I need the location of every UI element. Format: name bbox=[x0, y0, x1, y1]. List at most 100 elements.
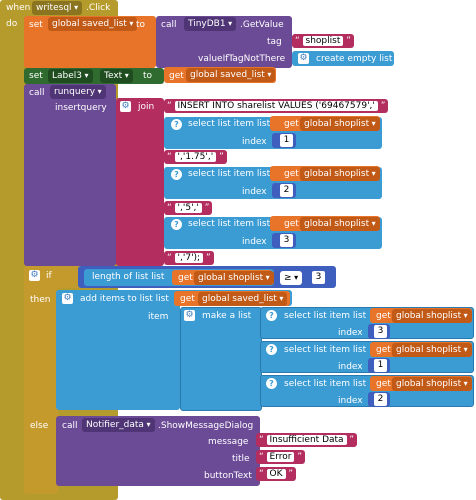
event-name: .Click bbox=[86, 3, 111, 13]
tag-string-block[interactable]: “ shoplist ” bbox=[292, 34, 354, 48]
ml-get3-label: get bbox=[376, 379, 391, 389]
ml-get1-label: get bbox=[376, 311, 391, 321]
if-label: if bbox=[46, 271, 52, 281]
make-list-gear-icon[interactable]: ⚙ bbox=[184, 310, 195, 321]
do-label: do bbox=[6, 19, 18, 29]
join-block[interactable] bbox=[116, 98, 164, 266]
select3-variable-dropdown[interactable]: global shoplist bbox=[300, 217, 380, 231]
help-icon[interactable]: ? bbox=[171, 219, 182, 230]
set1-to-label: to bbox=[136, 20, 146, 30]
message-string-block[interactable]: “ Insufficient Data ” bbox=[256, 433, 358, 447]
join-label: join bbox=[138, 102, 155, 112]
index-value-3[interactable]: 3 bbox=[280, 234, 293, 247]
ml-index-value-3[interactable]: 2 bbox=[374, 393, 387, 406]
ml-select1-label: select list item list bbox=[284, 311, 367, 321]
set2-to-label: to bbox=[143, 71, 153, 81]
select3-index-label: index bbox=[242, 237, 267, 247]
help-icon[interactable]: ? bbox=[171, 119, 182, 130]
add-items-label: add items to list list bbox=[80, 294, 169, 304]
tinydb-method: .GetValue bbox=[240, 20, 284, 30]
ml-get2-label: get bbox=[376, 345, 391, 355]
item-label: item bbox=[148, 312, 169, 322]
join-string-1[interactable]: “ INSERT INTO sharelist VALUES ('6946757… bbox=[164, 99, 389, 113]
title-label: title bbox=[232, 454, 250, 464]
ml-variable2-dropdown[interactable]: global shoplist bbox=[392, 343, 472, 357]
select1-get-label: get bbox=[284, 119, 299, 129]
set1-variable-dropdown[interactable]: global saved_list bbox=[48, 17, 138, 31]
select2-variable-dropdown[interactable]: global shoplist bbox=[300, 167, 380, 181]
set2-component-dropdown[interactable]: Label3 bbox=[48, 69, 93, 83]
set2-variable-dropdown[interactable]: global saved_list bbox=[186, 68, 276, 82]
ml-index-value-1[interactable]: 3 bbox=[374, 325, 387, 338]
set1-set-label: set bbox=[29, 20, 43, 30]
message-label: message bbox=[208, 437, 249, 447]
blocks-workspace: when writesql .Click do set global saved… bbox=[0, 0, 476, 500]
ml-index2-label: index bbox=[338, 362, 363, 372]
tinydb-call-label: call bbox=[161, 20, 177, 30]
tinydb-tag-label: tag bbox=[267, 37, 282, 47]
create-empty-list-label: create empty list bbox=[316, 54, 393, 64]
select2-label: select list item list bbox=[188, 169, 271, 179]
insertquery-label: insertquery bbox=[55, 103, 107, 113]
message-string-value[interactable]: Insufficient Data bbox=[266, 435, 347, 445]
set2-set-label: set bbox=[29, 71, 43, 81]
select1-label: select list item list bbox=[188, 119, 271, 129]
tinydb-component-dropdown[interactable]: TinyDB1 bbox=[184, 17, 237, 31]
gear-icon[interactable]: ⚙ bbox=[298, 53, 309, 64]
select2-get-label: get bbox=[284, 169, 299, 179]
compare-value[interactable]: 3 bbox=[312, 271, 325, 284]
help-icon[interactable]: ? bbox=[266, 378, 277, 389]
ml-select3-label: select list item list bbox=[284, 379, 367, 389]
event-component-dropdown[interactable]: writesql bbox=[32, 1, 83, 15]
notifier-call-label: call bbox=[62, 421, 78, 431]
ml-select2-label: select list item list bbox=[284, 345, 367, 355]
help-icon[interactable]: ? bbox=[171, 169, 182, 180]
set2-property-dropdown[interactable]: Text bbox=[100, 69, 133, 83]
button-text-string-block[interactable]: “ OK ” bbox=[256, 467, 297, 481]
length-variable-dropdown[interactable]: global shoplist bbox=[194, 271, 274, 285]
join-string-1-value[interactable]: INSERT INTO sharelist VALUES ('69467579'… bbox=[174, 101, 378, 111]
select1-variable-dropdown[interactable]: global shoplist bbox=[300, 117, 380, 131]
join-string-3-value[interactable]: ','5',' bbox=[174, 203, 202, 213]
join-string-2[interactable]: “ ','1.75',' ” bbox=[164, 150, 227, 164]
set2-get-label: get bbox=[169, 71, 184, 81]
select1-index-label: index bbox=[242, 137, 267, 147]
notifier-method: .ShowMessageDialog bbox=[158, 421, 254, 431]
join-string-4[interactable]: “ ','7'); ” bbox=[164, 251, 214, 265]
help-icon[interactable]: ? bbox=[266, 310, 277, 321]
tag-string-value[interactable]: shoplist bbox=[302, 36, 344, 46]
button-text-label: buttonText bbox=[204, 471, 252, 481]
add-items-to-list-block[interactable] bbox=[56, 290, 180, 410]
ml-index3-label: index bbox=[338, 396, 363, 406]
else-label: else bbox=[30, 421, 49, 431]
select2-index-label: index bbox=[242, 187, 267, 197]
title-string-block[interactable]: “ Error ” bbox=[256, 450, 305, 464]
add-items-gear-icon[interactable]: ⚙ bbox=[62, 293, 73, 304]
add-variable-dropdown[interactable]: global saved_list bbox=[198, 292, 288, 306]
runquery-procedure-dropdown[interactable]: runquery bbox=[50, 85, 106, 99]
length-label: length of list list bbox=[92, 272, 165, 282]
select3-get-label: get bbox=[284, 219, 299, 229]
title-string-value[interactable]: Error bbox=[266, 452, 295, 462]
index-value-2[interactable]: 2 bbox=[280, 184, 293, 197]
ml-variable1-dropdown[interactable]: global shoplist bbox=[392, 309, 472, 323]
join-string-4-value[interactable]: ','7'); bbox=[174, 253, 204, 263]
make-list-label: make a list bbox=[202, 311, 252, 321]
runquery-call-label: call bbox=[29, 88, 45, 98]
length-get-label: get bbox=[178, 273, 193, 283]
notifier-component-dropdown[interactable]: Notifier_data bbox=[82, 418, 155, 432]
then-label: then bbox=[30, 295, 51, 305]
make-a-list-block[interactable] bbox=[180, 307, 262, 411]
value-if-label: valueIfTagNotThere bbox=[198, 54, 286, 64]
join-gear-icon[interactable]: ⚙ bbox=[120, 101, 131, 112]
ml-index1-label: index bbox=[338, 328, 363, 338]
join-string-2-value[interactable]: ','1.75',' bbox=[174, 152, 217, 162]
operator-dropdown[interactable]: ≥ bbox=[280, 271, 303, 285]
ml-index-value-2[interactable]: 1 bbox=[374, 359, 387, 372]
help-icon[interactable]: ? bbox=[266, 344, 277, 355]
button-text-string-value[interactable]: OK bbox=[266, 469, 286, 479]
ml-variable3-dropdown[interactable]: global shoplist bbox=[392, 377, 472, 391]
if-gear-icon[interactable]: ⚙ bbox=[29, 270, 40, 281]
join-string-3[interactable]: “ ','5',' ” bbox=[164, 201, 213, 215]
index-value-1[interactable]: 1 bbox=[280, 134, 293, 147]
